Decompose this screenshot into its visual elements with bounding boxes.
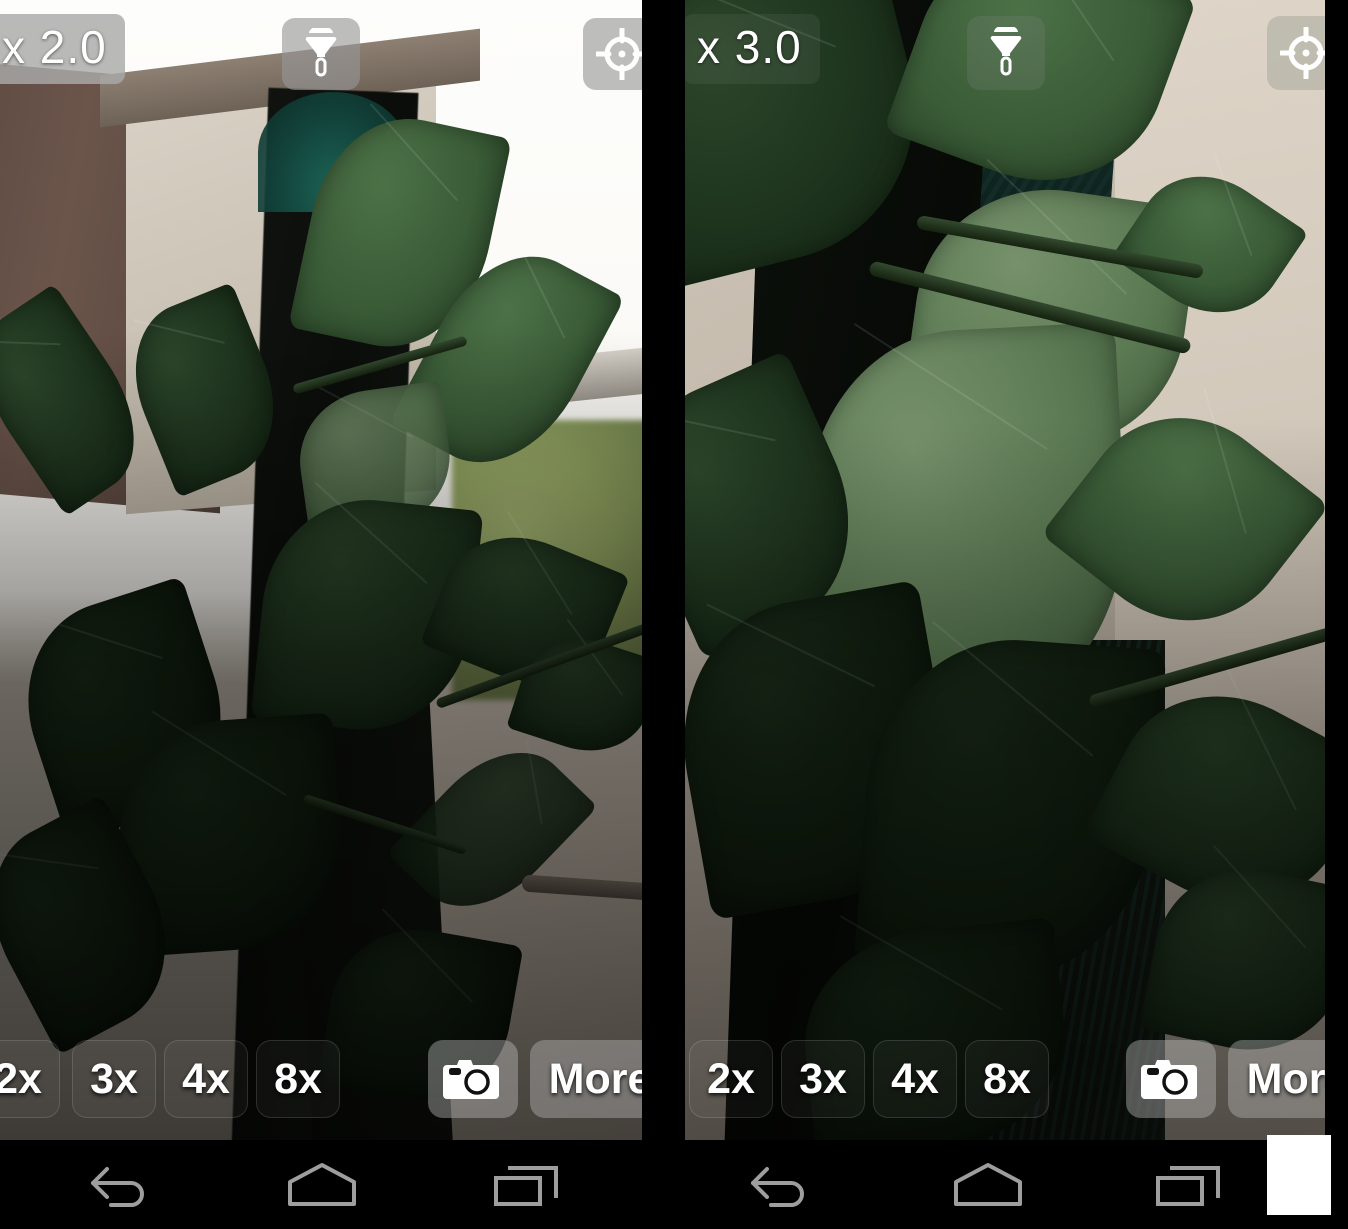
nav-home-button[interactable] [928, 1140, 1048, 1229]
zoom-button-8x[interactable]: 8x [965, 1040, 1049, 1118]
zoom-button-2x[interactable]: 2x [0, 1040, 60, 1118]
back-arrow-icon [91, 1166, 144, 1207]
flashlight-button[interactable] [967, 16, 1045, 90]
recents-icon [494, 1165, 558, 1206]
zoom-toolbar-right: 2x 3x 4x 8x More [685, 1040, 1325, 1118]
right-edge-gap [1325, 0, 1348, 1140]
recents-icon [1156, 1165, 1220, 1206]
home-icon [954, 1162, 1022, 1206]
nav-back-button[interactable] [60, 1140, 180, 1229]
camera-viewport-right[interactable]: x 3.0 2x 3x 4x 8x Mor [685, 0, 1325, 1140]
zoom-level-label: x 3.0 [685, 14, 820, 84]
zoom-button-4x[interactable]: 4x [164, 1040, 248, 1118]
navbar-left-group [0, 1140, 642, 1229]
more-button[interactable]: More [530, 1040, 642, 1118]
crosshair-icon [1280, 27, 1325, 79]
more-button[interactable]: More [1228, 1040, 1325, 1118]
zoom-button-2x[interactable]: 2x [689, 1040, 773, 1118]
photo-scene-right [685, 0, 1325, 1140]
android-navigation-bar [0, 1140, 1348, 1229]
focus-target-button[interactable] [583, 18, 642, 90]
shutter-button[interactable] [428, 1040, 518, 1118]
home-icon [288, 1162, 356, 1206]
camera-panel-left: x 2.0 2x 3x 4x 8x More [0, 0, 642, 1140]
panel-divider [642, 0, 685, 1140]
exposure-shadow [0, 330, 642, 1140]
zoom-toolbar-left: 2x 3x 4x 8x More [0, 1040, 642, 1118]
nav-recents-button[interactable] [1130, 1140, 1250, 1229]
nav-recents-button[interactable] [468, 1140, 588, 1229]
focus-target-button[interactable] [1267, 16, 1325, 90]
zoom-button-3x[interactable]: 3x [72, 1040, 156, 1118]
nav-home-button[interactable] [262, 1140, 382, 1229]
camera-viewport-left[interactable]: x 2.0 2x 3x 4x 8x More [0, 0, 642, 1140]
camera-panel-right: x 3.0 2x 3x 4x 8x Mor [685, 0, 1325, 1140]
photo-scene-left [0, 0, 642, 1140]
crosshair-icon [596, 28, 642, 80]
navbar-right-group [660, 1140, 1348, 1229]
zoom-level-label: x 2.0 [0, 14, 125, 84]
nav-back-button[interactable] [720, 1140, 840, 1229]
zoom-button-4x[interactable]: 4x [873, 1040, 957, 1118]
zoom-button-8x[interactable]: 8x [256, 1040, 340, 1118]
camera-icon [1141, 1060, 1197, 1099]
screenshot-root: x 2.0 2x 3x 4x 8x More x 3.0 2x 3x 4x 8x… [0, 0, 1348, 1229]
flashlight-button[interactable] [282, 18, 360, 90]
flashlight-icon [990, 27, 1022, 76]
camera-icon [443, 1060, 499, 1099]
screenshot-white-patch [1267, 1135, 1331, 1215]
shutter-button[interactable] [1126, 1040, 1216, 1118]
zoom-button-3x[interactable]: 3x [781, 1040, 865, 1118]
back-arrow-icon [751, 1166, 804, 1207]
exposure-shadow [685, 420, 1325, 1140]
flashlight-icon [305, 28, 337, 77]
